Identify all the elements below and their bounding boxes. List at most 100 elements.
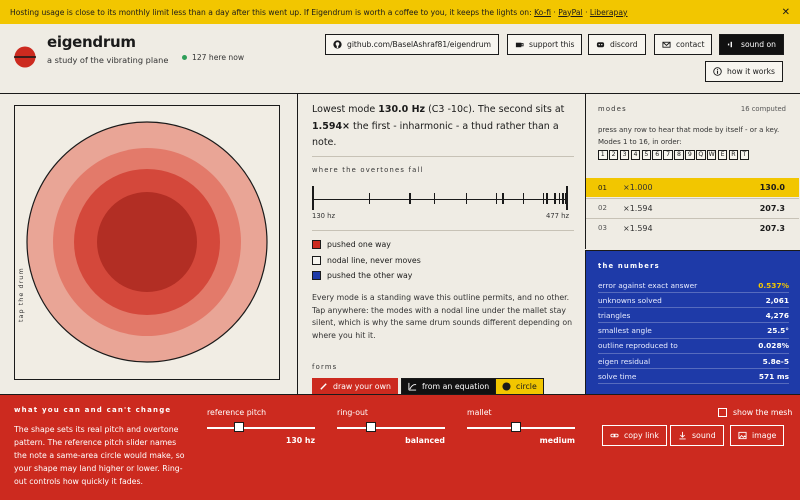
contact-button[interactable]: contact [654, 34, 713, 55]
ring-out-handle[interactable] [366, 422, 377, 432]
white-swatch [312, 256, 321, 265]
legend-push-other: pushed the other way [312, 271, 412, 280]
legend-nodal: nodal line, never moves [312, 256, 421, 265]
circle-button[interactable]: circle [495, 378, 544, 395]
mode-key[interactable]: 7 [663, 150, 673, 160]
mode-n: 01 [598, 183, 607, 192]
drum-logo-icon [14, 46, 36, 68]
second-ratio: 1.594× [312, 120, 351, 132]
link-icon [610, 433, 619, 438]
close-icon[interactable]: ✕ [782, 7, 790, 18]
overtone-tick [546, 193, 548, 204]
mesh-checkbox[interactable] [718, 408, 727, 417]
overtone-axis [312, 199, 568, 201]
mode-key[interactable]: W [706, 150, 717, 160]
mesh-label: show the mesh [733, 408, 793, 417]
overtone-tick [495, 193, 498, 204]
mode-row[interactable]: 01 ×1.000 130.0 [586, 178, 799, 197]
modes-count: 16 computed [740, 105, 786, 113]
banner-sep: · [553, 7, 556, 17]
contact-label: contact [676, 40, 705, 49]
mode-key[interactable]: 6 [652, 150, 662, 160]
mode-hz: 207.3 [759, 223, 785, 233]
coffee-icon [515, 42, 524, 48]
axis-max-label: 477 hz [546, 212, 570, 220]
overtone-tick [558, 193, 561, 204]
stat-row: triangles 4,276 [598, 308, 789, 324]
ring-out-slider[interactable] [337, 427, 445, 429]
stat-value: 0.537% [758, 280, 789, 290]
show-mesh-toggle[interactable]: show the mesh [718, 408, 792, 417]
overtone-tick [554, 193, 556, 204]
mode-key[interactable]: 5 [641, 150, 652, 160]
stat-label: solve time [598, 371, 637, 381]
support-button[interactable]: support this [507, 34, 583, 55]
mode-key[interactable]: R [728, 150, 739, 160]
how-it-works-button[interactable]: how it works [705, 61, 783, 82]
legend-push-one: pushed one way [312, 240, 391, 249]
circle-label: circle [516, 382, 537, 391]
mode-key[interactable]: 4 [630, 150, 641, 160]
mode-key[interactable]: E [717, 150, 728, 160]
mode-key[interactable]: 2 [608, 150, 619, 160]
github-button[interactable]: github.com/BaselAshraf81/eigendrum [325, 34, 500, 55]
donation-banner: Hosting usage is close to its monthly li… [0, 0, 800, 24]
mode-key[interactable]: 8 [674, 150, 684, 160]
stat-row: outline reproduced to 0.028% [598, 339, 789, 354]
online-count: 127 here now [182, 53, 244, 62]
download-sound-button[interactable]: sound [670, 425, 724, 446]
mallet-value: medium [539, 436, 575, 445]
summary-text: (C3 -10c). The second sits at [425, 104, 565, 115]
github-label: github.com/BaselAshraf81/eigendrum [347, 40, 492, 49]
mode-n: 03 [598, 224, 607, 232]
modes-title: modes [598, 105, 627, 113]
mode-row[interactable]: 03 ×1.594 207.3 [586, 218, 799, 237]
overtones-title: where the overtones fall [312, 166, 424, 174]
reference-pitch-handle[interactable] [234, 422, 245, 432]
copy-link-button[interactable]: copy link [602, 425, 667, 446]
summary-text: Lowest mode [312, 104, 379, 115]
mode-ratio: ×1.000 [623, 183, 653, 192]
banner-message: Hosting usage is close to its monthly li… [10, 8, 782, 17]
mallet-handle[interactable] [511, 422, 522, 432]
overtone-tick [566, 186, 568, 210]
sound-on-button[interactable]: sound on [719, 34, 784, 55]
mode-key[interactable]: 9 [685, 150, 695, 160]
numbers-title: the numbers [598, 262, 660, 270]
reference-pitch-slider[interactable] [207, 427, 315, 429]
mode-key[interactable]: Q [696, 150, 706, 160]
overtone-tick [502, 193, 504, 204]
stat-value: 4,276 [765, 310, 789, 320]
stat-row: eigen residual 5.8e-5 [598, 354, 789, 369]
draw-your-own-button[interactable]: draw your own [312, 378, 398, 395]
mode-key[interactable]: 3 [619, 150, 630, 160]
tap-drum-label: tap the drum [17, 267, 25, 322]
axis-min-label: 130 hz [312, 212, 336, 220]
stat-value: 5.8e-5 [762, 356, 789, 366]
support-label: support this [529, 40, 575, 49]
ring-out-label: ring-out [337, 408, 368, 417]
mode-hz: 207.3 [759, 203, 785, 213]
mode-key[interactable]: T [739, 150, 750, 160]
numbers-panel: the numbers error against exact answer 0.… [585, 250, 800, 394]
mode-keys: 123456789QWERT [598, 150, 750, 160]
drum-canvas[interactable]: tap the drum [14, 105, 280, 380]
download-image-button[interactable]: image [730, 425, 785, 446]
liberapay-link[interactable]: Liberapay [590, 8, 628, 17]
kofi-link[interactable]: Ko-fi [534, 8, 551, 17]
mode-key[interactable]: 1 [598, 150, 608, 160]
drum-visualization[interactable] [15, 106, 279, 379]
paypal-link[interactable]: PayPal [558, 8, 582, 17]
legend-label: pushed the other way [327, 271, 413, 280]
banner-sep: · [585, 7, 588, 17]
mode-row[interactable]: 02 ×1.594 207.3 [586, 198, 799, 217]
overtone-tick [465, 193, 468, 204]
site-subtitle: a study of the vibrating plane [47, 55, 169, 65]
equation-button[interactable]: from an equation [401, 378, 497, 395]
legend-label: nodal line, never moves [327, 256, 421, 265]
image-icon [738, 431, 747, 440]
mode-hz: 130.0 [759, 183, 785, 192]
discord-button[interactable]: discord [588, 34, 646, 55]
modes-panel: modes 16 computed press any row to hear … [585, 94, 800, 249]
draw-label: draw your own [333, 382, 391, 391]
